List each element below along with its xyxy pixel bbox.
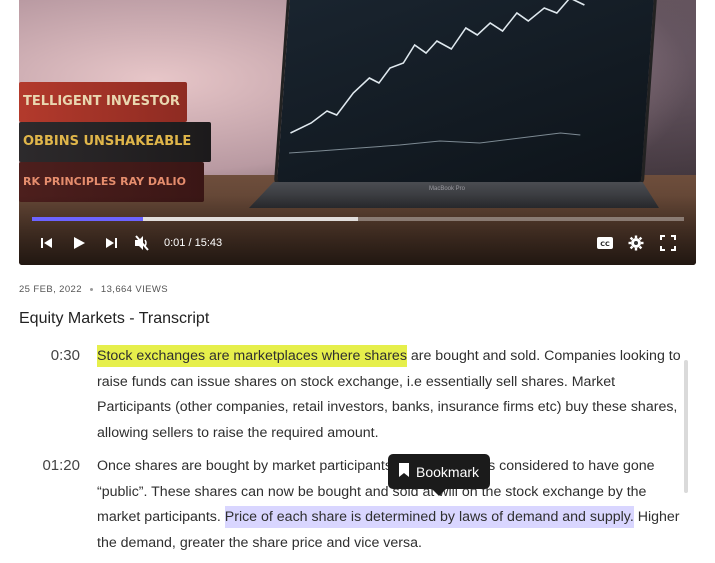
bookmark-icon bbox=[398, 463, 410, 480]
play-icon[interactable] bbox=[71, 235, 89, 251]
fullscreen-icon[interactable] bbox=[660, 235, 678, 251]
segment-timestamp[interactable]: 0:30 bbox=[20, 347, 80, 364]
time-display: 0:01 / 15:43 bbox=[164, 237, 223, 249]
bookmark-button[interactable]: Bookmark bbox=[388, 454, 490, 496]
captions-icon[interactable]: CC bbox=[596, 235, 614, 251]
player-controls: 0:01 / 15:43 CC bbox=[19, 229, 696, 257]
transcript-scrollbar[interactable] bbox=[684, 360, 688, 493]
segment-text[interactable]: Stock exchanges are marketplaces where s… bbox=[97, 344, 681, 446]
book-spine: OBBINS UNSHAKEABLE bbox=[19, 122, 211, 162]
seek-bar[interactable] bbox=[32, 217, 684, 221]
previous-icon[interactable] bbox=[39, 235, 57, 251]
stock-chart-graphic bbox=[289, 0, 585, 154]
video-meta: 25 FEB, 2022 13,664 VIEWS bbox=[19, 284, 168, 295]
publish-date: 25 FEB, 2022 bbox=[19, 284, 82, 295]
separator-dot bbox=[89, 287, 93, 291]
video-player[interactable]: TELLIGENT INVESTOR OBBINS UNSHAKEABLE RK… bbox=[19, 0, 696, 265]
view-count: 13,664 VIEWS bbox=[100, 284, 169, 295]
settings-icon[interactable] bbox=[628, 235, 646, 251]
highlighted-text[interactable]: Stock exchanges are marketplaces where s… bbox=[97, 345, 407, 367]
highlighted-text[interactable]: Price of each share is determined by law… bbox=[224, 506, 634, 528]
page-title: Equity Markets - Transcript bbox=[19, 310, 210, 327]
book-spine: TELLIGENT INVESTOR bbox=[19, 82, 187, 122]
muted-icon[interactable] bbox=[133, 235, 151, 251]
laptop-screen bbox=[273, 0, 659, 185]
seek-bar-played bbox=[32, 217, 143, 221]
transcript-segment[interactable]: 0:30 Stock exchanges are marketplaces wh… bbox=[20, 344, 681, 454]
bookmark-label: Bookmark bbox=[416, 463, 480, 480]
next-icon[interactable] bbox=[103, 235, 121, 251]
svg-text:CC: CC bbox=[600, 240, 610, 248]
transcript-segment[interactable]: 01:20 Once shares are bought by market p… bbox=[20, 454, 680, 556]
segment-timestamp[interactable]: 01:20 bbox=[20, 457, 80, 474]
transcript: 0:30 Stock exchanges are marketplaces wh… bbox=[20, 344, 681, 556]
laptop-brand: MacBook Pro bbox=[429, 186, 466, 192]
